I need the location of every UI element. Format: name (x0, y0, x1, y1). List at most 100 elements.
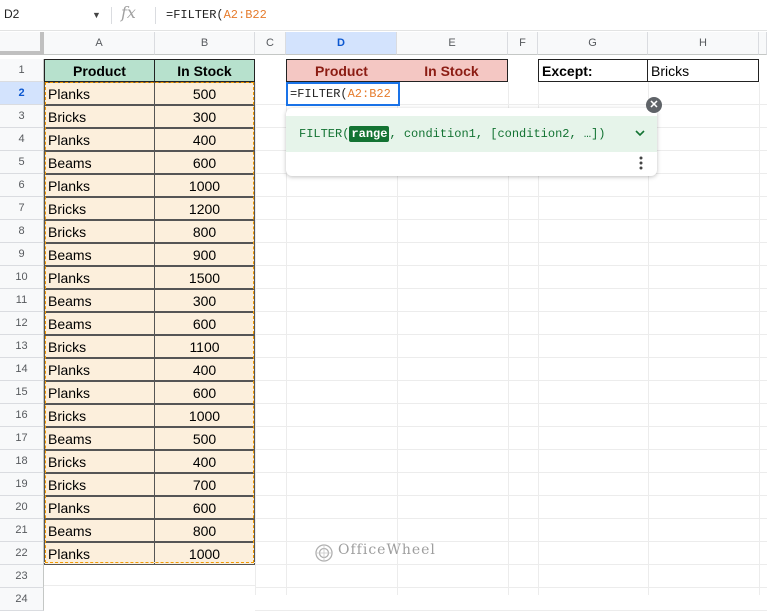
cell-product[interactable]: Planks (44, 82, 155, 105)
cell-product[interactable]: Bricks (44, 404, 155, 427)
row-header-4[interactable]: 4 (0, 128, 44, 151)
cell-in-stock[interactable]: 500 (154, 427, 255, 450)
except-value[interactable]: Bricks (647, 59, 759, 82)
column-header-h[interactable]: H (648, 32, 759, 55)
cell-product[interactable]: Beams (44, 289, 155, 312)
cell-product[interactable]: Bricks (44, 473, 155, 496)
cell-in-stock[interactable]: 800 (154, 519, 255, 542)
more-vert-icon[interactable] (638, 156, 644, 170)
cell-product[interactable]: Beams (44, 151, 155, 174)
row-header-14[interactable]: 14 (0, 358, 44, 381)
cell-in-stock[interactable]: 600 (154, 312, 255, 335)
row-header-11[interactable]: 11 (0, 289, 44, 312)
cell-in-stock[interactable]: 1000 (154, 174, 255, 197)
row-header-24[interactable]: 24 (0, 588, 44, 611)
grid-row-line (255, 311, 767, 312)
column-header-d[interactable]: D (286, 32, 397, 55)
row-header-17[interactable]: 17 (0, 427, 44, 450)
cell-in-stock[interactable]: 500 (154, 82, 255, 105)
cell-product[interactable]: Planks (44, 496, 155, 519)
chevron-down-icon[interactable] (635, 125, 645, 140)
row-header-2[interactable]: 2 (0, 82, 44, 105)
cell-in-stock[interactable]: 700 (154, 473, 255, 496)
grid-row-line (255, 242, 767, 243)
cell-product[interactable]: Beams (44, 427, 155, 450)
column-header-i[interactable] (759, 32, 767, 55)
row-header-15[interactable]: 15 (0, 381, 44, 404)
name-box[interactable]: D2 (4, 7, 19, 21)
cell-in-stock[interactable]: 300 (154, 289, 255, 312)
cell-in-stock[interactable]: 1200 (154, 197, 255, 220)
grid-row-line (255, 495, 767, 496)
cell-in-stock[interactable]: 800 (154, 220, 255, 243)
formula-input[interactable]: =FILTER(A2:B22 (166, 8, 267, 22)
function-signature[interactable]: FILTER(range, condition1, [condition2, …… (286, 116, 657, 152)
cell-in-stock[interactable]: 1000 (154, 404, 255, 427)
cell-in-stock[interactable]: 600 (154, 151, 255, 174)
cell-product[interactable]: Bricks (44, 197, 155, 220)
grid-row-line (255, 380, 767, 381)
cell-in-stock[interactable]: 400 (154, 450, 255, 473)
cell-product[interactable]: Planks (44, 266, 155, 289)
select-all-corner[interactable] (0, 32, 44, 55)
grid-row-line (255, 426, 767, 427)
row-header-6[interactable]: 6 (0, 174, 44, 197)
result-header-in-stock[interactable]: In Stock (396, 59, 508, 82)
result-header-product[interactable]: Product (286, 59, 397, 82)
header-product[interactable]: Product (44, 59, 155, 82)
row-header-12[interactable]: 12 (0, 312, 44, 335)
cell-product[interactable]: Planks (44, 174, 155, 197)
row-header-18[interactable]: 18 (0, 450, 44, 473)
cell-in-stock[interactable]: 1100 (154, 335, 255, 358)
cell-product[interactable]: Planks (44, 358, 155, 381)
row-header-20[interactable]: 20 (0, 496, 44, 519)
column-header-e[interactable]: E (397, 32, 508, 55)
grid-row-line (255, 449, 767, 450)
cell-in-stock[interactable]: 400 (154, 128, 255, 151)
row-header-1[interactable]: 1 (0, 59, 44, 82)
cell-product[interactable]: Planks (44, 381, 155, 404)
row-header-9[interactable]: 9 (0, 243, 44, 266)
grid-row-line (255, 518, 767, 519)
row-header-7[interactable]: 7 (0, 197, 44, 220)
grid-row-line (255, 219, 767, 220)
cell-in-stock[interactable]: 900 (154, 243, 255, 266)
column-header-g[interactable]: G (538, 32, 648, 55)
row-header-16[interactable]: 16 (0, 404, 44, 427)
active-argument: range (349, 126, 390, 142)
cell-in-stock[interactable]: 1500 (154, 266, 255, 289)
cell-editor[interactable]: =FILTER(A2:B22 (286, 82, 400, 106)
except-label[interactable]: Except: (538, 59, 648, 82)
column-header-b[interactable]: B (155, 32, 255, 55)
grid-row-line (255, 472, 767, 473)
grid-row-line (255, 357, 767, 358)
column-header-c[interactable]: C (255, 32, 286, 55)
row-header-8[interactable]: 8 (0, 220, 44, 243)
cell-in-stock[interactable]: 400 (154, 358, 255, 381)
cell-product[interactable]: Bricks (44, 450, 155, 473)
name-box-dropdown-icon[interactable]: ▼ (92, 10, 101, 20)
cell-product[interactable]: Bricks (44, 220, 155, 243)
row-header-23[interactable]: 23 (0, 565, 44, 588)
row-header-10[interactable]: 10 (0, 266, 44, 289)
row-header-19[interactable]: 19 (0, 473, 44, 496)
cell-product[interactable]: Beams (44, 312, 155, 335)
column-header-f[interactable]: F (508, 32, 538, 55)
row-header-22[interactable]: 22 (0, 542, 44, 565)
row-header-21[interactable]: 21 (0, 519, 44, 542)
cell-product[interactable]: Planks (44, 128, 155, 151)
cell-product[interactable]: Bricks (44, 335, 155, 358)
cell-product[interactable]: Bricks (44, 105, 155, 128)
cell-product[interactable]: Beams (44, 243, 155, 266)
column-header-a[interactable]: A (44, 32, 155, 55)
close-icon[interactable]: ✕ (646, 97, 662, 113)
row-header-5[interactable]: 5 (0, 151, 44, 174)
cell-product[interactable]: Beams (44, 519, 155, 542)
row-header-13[interactable]: 13 (0, 335, 44, 358)
cell-in-stock[interactable]: 600 (154, 381, 255, 404)
cell-in-stock[interactable]: 600 (154, 496, 255, 519)
row-header-3[interactable]: 3 (0, 105, 44, 128)
header-in-stock[interactable]: In Stock (154, 59, 255, 82)
grid-row-line (255, 288, 767, 289)
cell-in-stock[interactable]: 300 (154, 105, 255, 128)
